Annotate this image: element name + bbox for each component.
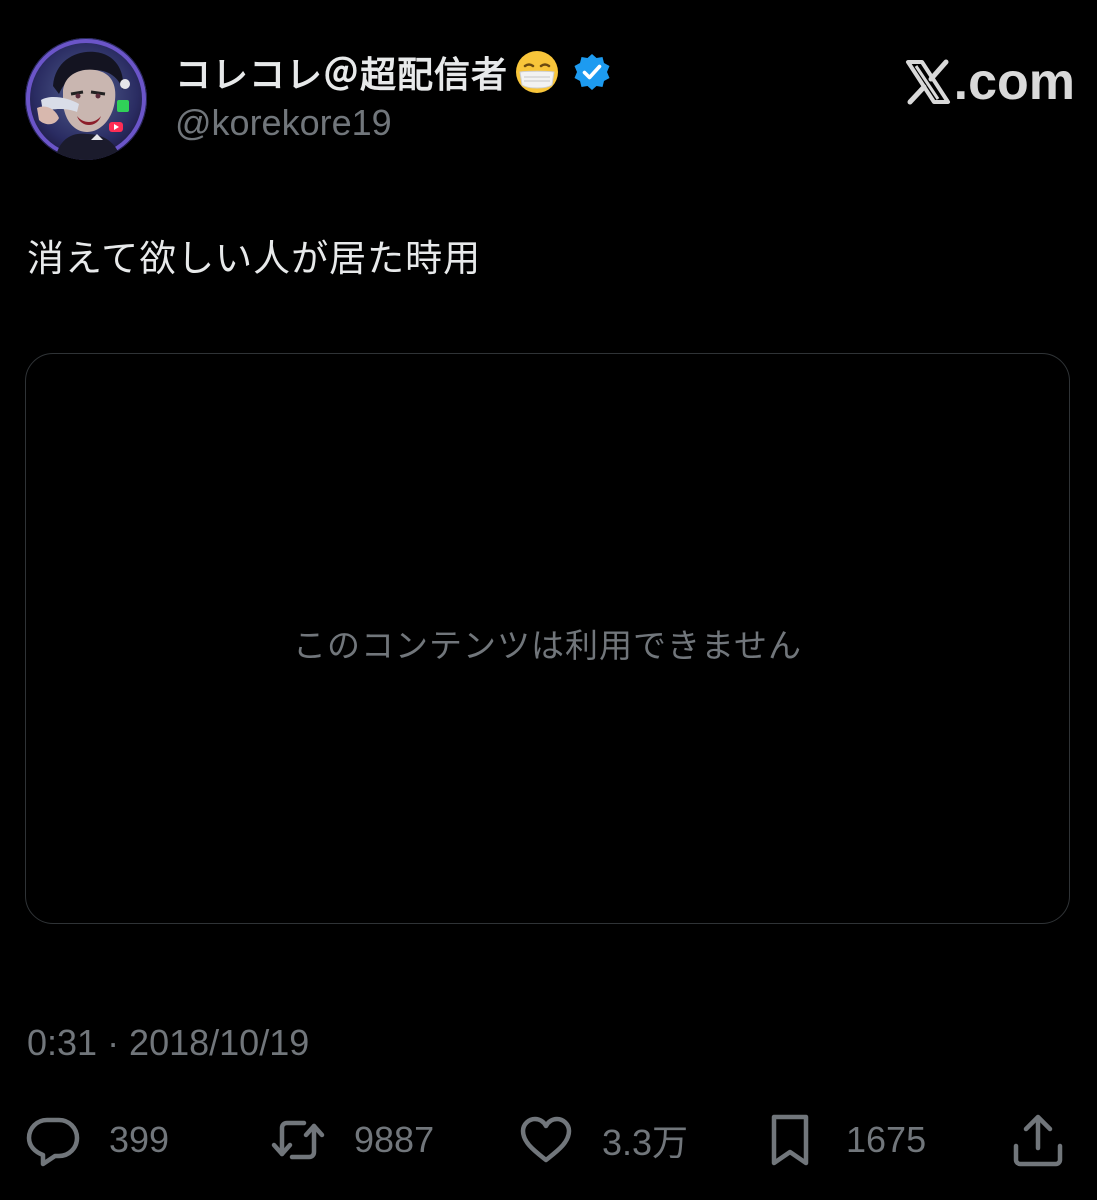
verified-badge-icon	[572, 52, 612, 92]
avatar-illustration	[25, 38, 147, 160]
share-button[interactable]	[1010, 1100, 1066, 1180]
tweet-header: コレコレ＠超配信者 @korekore19 .com	[25, 38, 1075, 160]
tweet-timestamp[interactable]: 0:31 · 2018/10/19	[27, 1022, 309, 1064]
avatar[interactable]	[25, 38, 147, 160]
face-with-medical-mask-icon	[514, 49, 560, 95]
display-name[interactable]: コレコレ＠超配信者	[175, 46, 508, 98]
reply-count: 399	[109, 1119, 170, 1160]
like-button[interactable]: 3.3万	[518, 1100, 688, 1180]
media-unavailable-message: このコンテンツは利用できません	[292, 626, 802, 665]
retweet-button[interactable]: 9887	[270, 1100, 434, 1180]
reply-icon	[26, 1117, 80, 1167]
media-card[interactable]: このコンテンツは利用できません	[25, 353, 1070, 924]
x-logo-icon	[905, 59, 950, 105]
bookmark-count: 1675	[846, 1119, 927, 1160]
like-count: 3.3万	[602, 1122, 689, 1163]
retweet-count: 9887	[354, 1119, 435, 1160]
share-icon	[1013, 1114, 1063, 1167]
reply-button[interactable]: 399	[25, 1100, 169, 1180]
bookmark-icon	[771, 1114, 809, 1166]
action-bar: 399 9887 3.3万 1675	[0, 1100, 1097, 1180]
heart-icon	[520, 1116, 572, 1163]
retweet-icon	[271, 1120, 325, 1160]
author-handle[interactable]: @korekore19	[175, 102, 612, 144]
bookmark-button[interactable]: 1675	[762, 1100, 926, 1180]
author-names: コレコレ＠超配信者 @korekore19	[175, 48, 612, 144]
site-logo: .com	[904, 52, 1075, 112]
site-logo-text: .com	[953, 53, 1075, 111]
tweet-text: 消えて欲しい人が居た時用	[27, 237, 482, 280]
display-name-row: コレコレ＠超配信者	[175, 48, 612, 96]
